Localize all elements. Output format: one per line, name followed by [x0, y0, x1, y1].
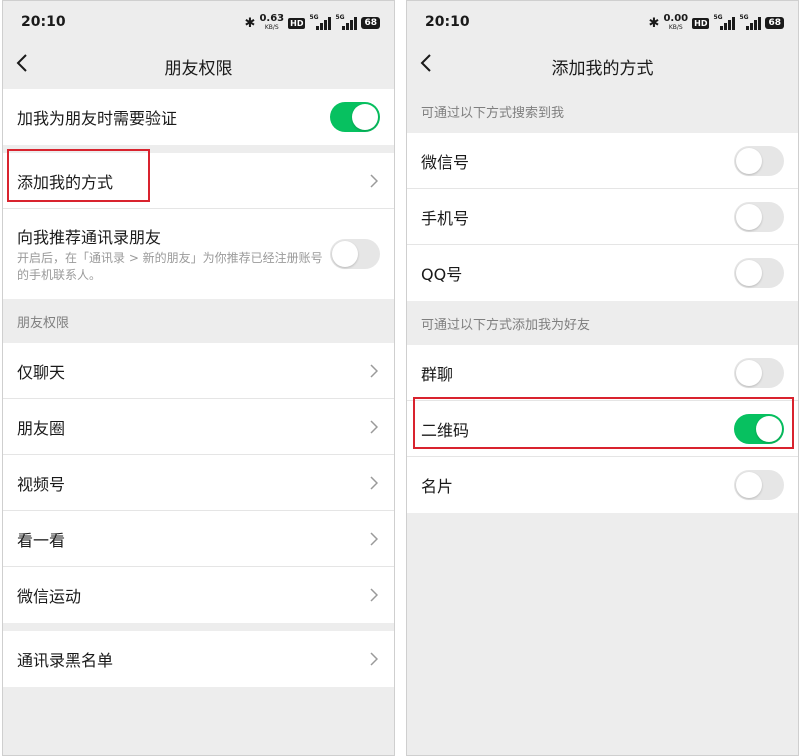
list-item-label: 手机号	[421, 208, 470, 228]
recommend-description: 开启后，在「通讯录 > 新的朋友」为你推荐已经注册账号的手机联系人。	[17, 251, 323, 282]
signal-icon: 5G	[309, 14, 332, 30]
list-item-label: 二维码	[421, 420, 470, 440]
list-item-label: 朋友圈	[17, 418, 66, 438]
list-item[interactable]: 二维码	[407, 401, 798, 457]
nav-bar: 添加我的方式	[407, 45, 798, 85]
chevron-right-icon	[370, 173, 378, 188]
hd-badge: HD	[288, 17, 306, 29]
network-speed: 0.00 KB/S	[663, 13, 689, 32]
bluetooth-icon: ✱	[244, 15, 256, 31]
list-item-label: 看一看	[17, 530, 66, 550]
verify-toggle[interactable]	[330, 102, 380, 132]
section-label-add: 可通过以下方式添加我为好友	[421, 317, 591, 333]
hd-badge: HD	[692, 17, 710, 29]
wechat-id-toggle[interactable]	[734, 145, 784, 176]
list-item[interactable]: 名片	[407, 457, 798, 513]
list-item-label: QQ号	[421, 265, 463, 284]
recommend-row[interactable]: 向我推荐通讯录朋友 开启后，在「通讯录 > 新的朋友」为你推荐已经注册账号的手机…	[3, 209, 394, 299]
recommend-toggle[interactable]	[330, 239, 380, 269]
bluetooth-icon: ✱	[648, 15, 660, 31]
qr-code-toggle[interactable]	[734, 413, 784, 444]
status-bar: 20:10 ✱ 0.63 KB/S HD 5G 5G 68	[3, 1, 394, 45]
qq-toggle[interactable]	[734, 258, 784, 288]
list-item-label: 微信运动	[17, 587, 82, 606]
verify-row[interactable]: 加我为朋友时需要验证	[3, 89, 394, 145]
list-item-label: 微信号	[421, 152, 470, 172]
list-item[interactable]: 群聊	[407, 345, 798, 401]
add-ways-row[interactable]: 添加我的方式	[3, 153, 394, 209]
recommend-label: 向我推荐通讯录朋友	[17, 228, 162, 247]
blacklist-row[interactable]: 通讯录黑名单	[3, 631, 394, 687]
status-icons: ✱ 0.63 KB/S HD 5G 5G 68	[245, 12, 380, 34]
add-ways-label: 添加我的方式	[17, 172, 114, 192]
status-icons: ✱ 0.00 KB/S HD 5G 5G 68	[649, 12, 784, 34]
phone-screen-friend-permissions: 20:10 ✱ 0.63 KB/S HD 5G 5G 68 朋友权限 加我为朋友时…	[2, 0, 395, 756]
list-item[interactable]: 仅聊天	[3, 343, 394, 399]
settings-list: 加我为朋友时需要验证 添加我的方式 向我推荐通讯录朋友 开启后，在「通讯录 > …	[3, 89, 394, 687]
list-item[interactable]: 朋友圈	[3, 399, 394, 455]
search-methods-list: 微信号 手机号 QQ号	[407, 133, 798, 301]
list-item[interactable]: 看一看	[3, 511, 394, 567]
status-bar: 20:10 ✱ 0.00 KB/S HD 5G 5G 68	[407, 1, 798, 45]
chevron-right-icon	[370, 588, 378, 602]
signal-icon: 5G	[713, 14, 736, 30]
list-item-label: 群聊	[421, 364, 454, 384]
page-title: 添加我的方式	[551, 59, 654, 79]
list-item[interactable]: 微信号	[407, 133, 798, 189]
chevron-right-icon	[370, 419, 378, 434]
list-item-label: 仅聊天	[17, 362, 66, 382]
phone-screen-add-me-methods: 20:10 ✱ 0.00 KB/S HD 5G 5G 68 添加我的方式 可通过以…	[406, 0, 799, 756]
group-chat-toggle[interactable]	[734, 357, 784, 388]
chevron-right-icon	[370, 652, 378, 666]
signal-icon: 5G	[739, 14, 762, 30]
friend-permission-list: 仅聊天 朋友圈 视频号 看一看 微信运动	[3, 343, 394, 623]
add-methods-list: 群聊 二维码 名片	[407, 345, 798, 513]
verify-label: 加我为朋友时需要验证	[17, 109, 178, 128]
battery-icon: 68	[361, 17, 380, 29]
status-time: 20:10	[425, 14, 470, 30]
chevron-right-icon	[370, 475, 378, 490]
chevron-right-icon	[370, 531, 378, 546]
phone-number-toggle[interactable]	[734, 201, 784, 232]
list-item-label: 名片	[421, 477, 454, 496]
list-item[interactable]: 手机号	[407, 189, 798, 245]
page-title: 朋友权限	[164, 59, 233, 79]
list-item-label: 视频号	[17, 474, 66, 494]
status-time: 20:10	[21, 14, 66, 30]
business-card-toggle[interactable]	[734, 470, 784, 500]
section-label-search: 可通过以下方式搜索到我	[421, 105, 565, 121]
section-label-friends: 朋友权限	[17, 315, 70, 331]
network-speed: 0.63 KB/S	[259, 13, 285, 32]
signal-icon: 5G	[335, 14, 358, 30]
list-item[interactable]: QQ号	[407, 245, 798, 301]
settings-list: 可通过以下方式搜索到我 微信号 手机号 QQ号 可通过以下方式添加我为好友 群聊	[407, 89, 798, 513]
battery-icon: 68	[765, 17, 784, 29]
chevron-right-icon	[370, 363, 378, 378]
list-item[interactable]: 微信运动	[3, 567, 394, 623]
blacklist-label: 通讯录黑名单	[17, 651, 114, 670]
nav-bar: 朋友权限	[3, 45, 394, 85]
list-item[interactable]: 视频号	[3, 455, 394, 511]
